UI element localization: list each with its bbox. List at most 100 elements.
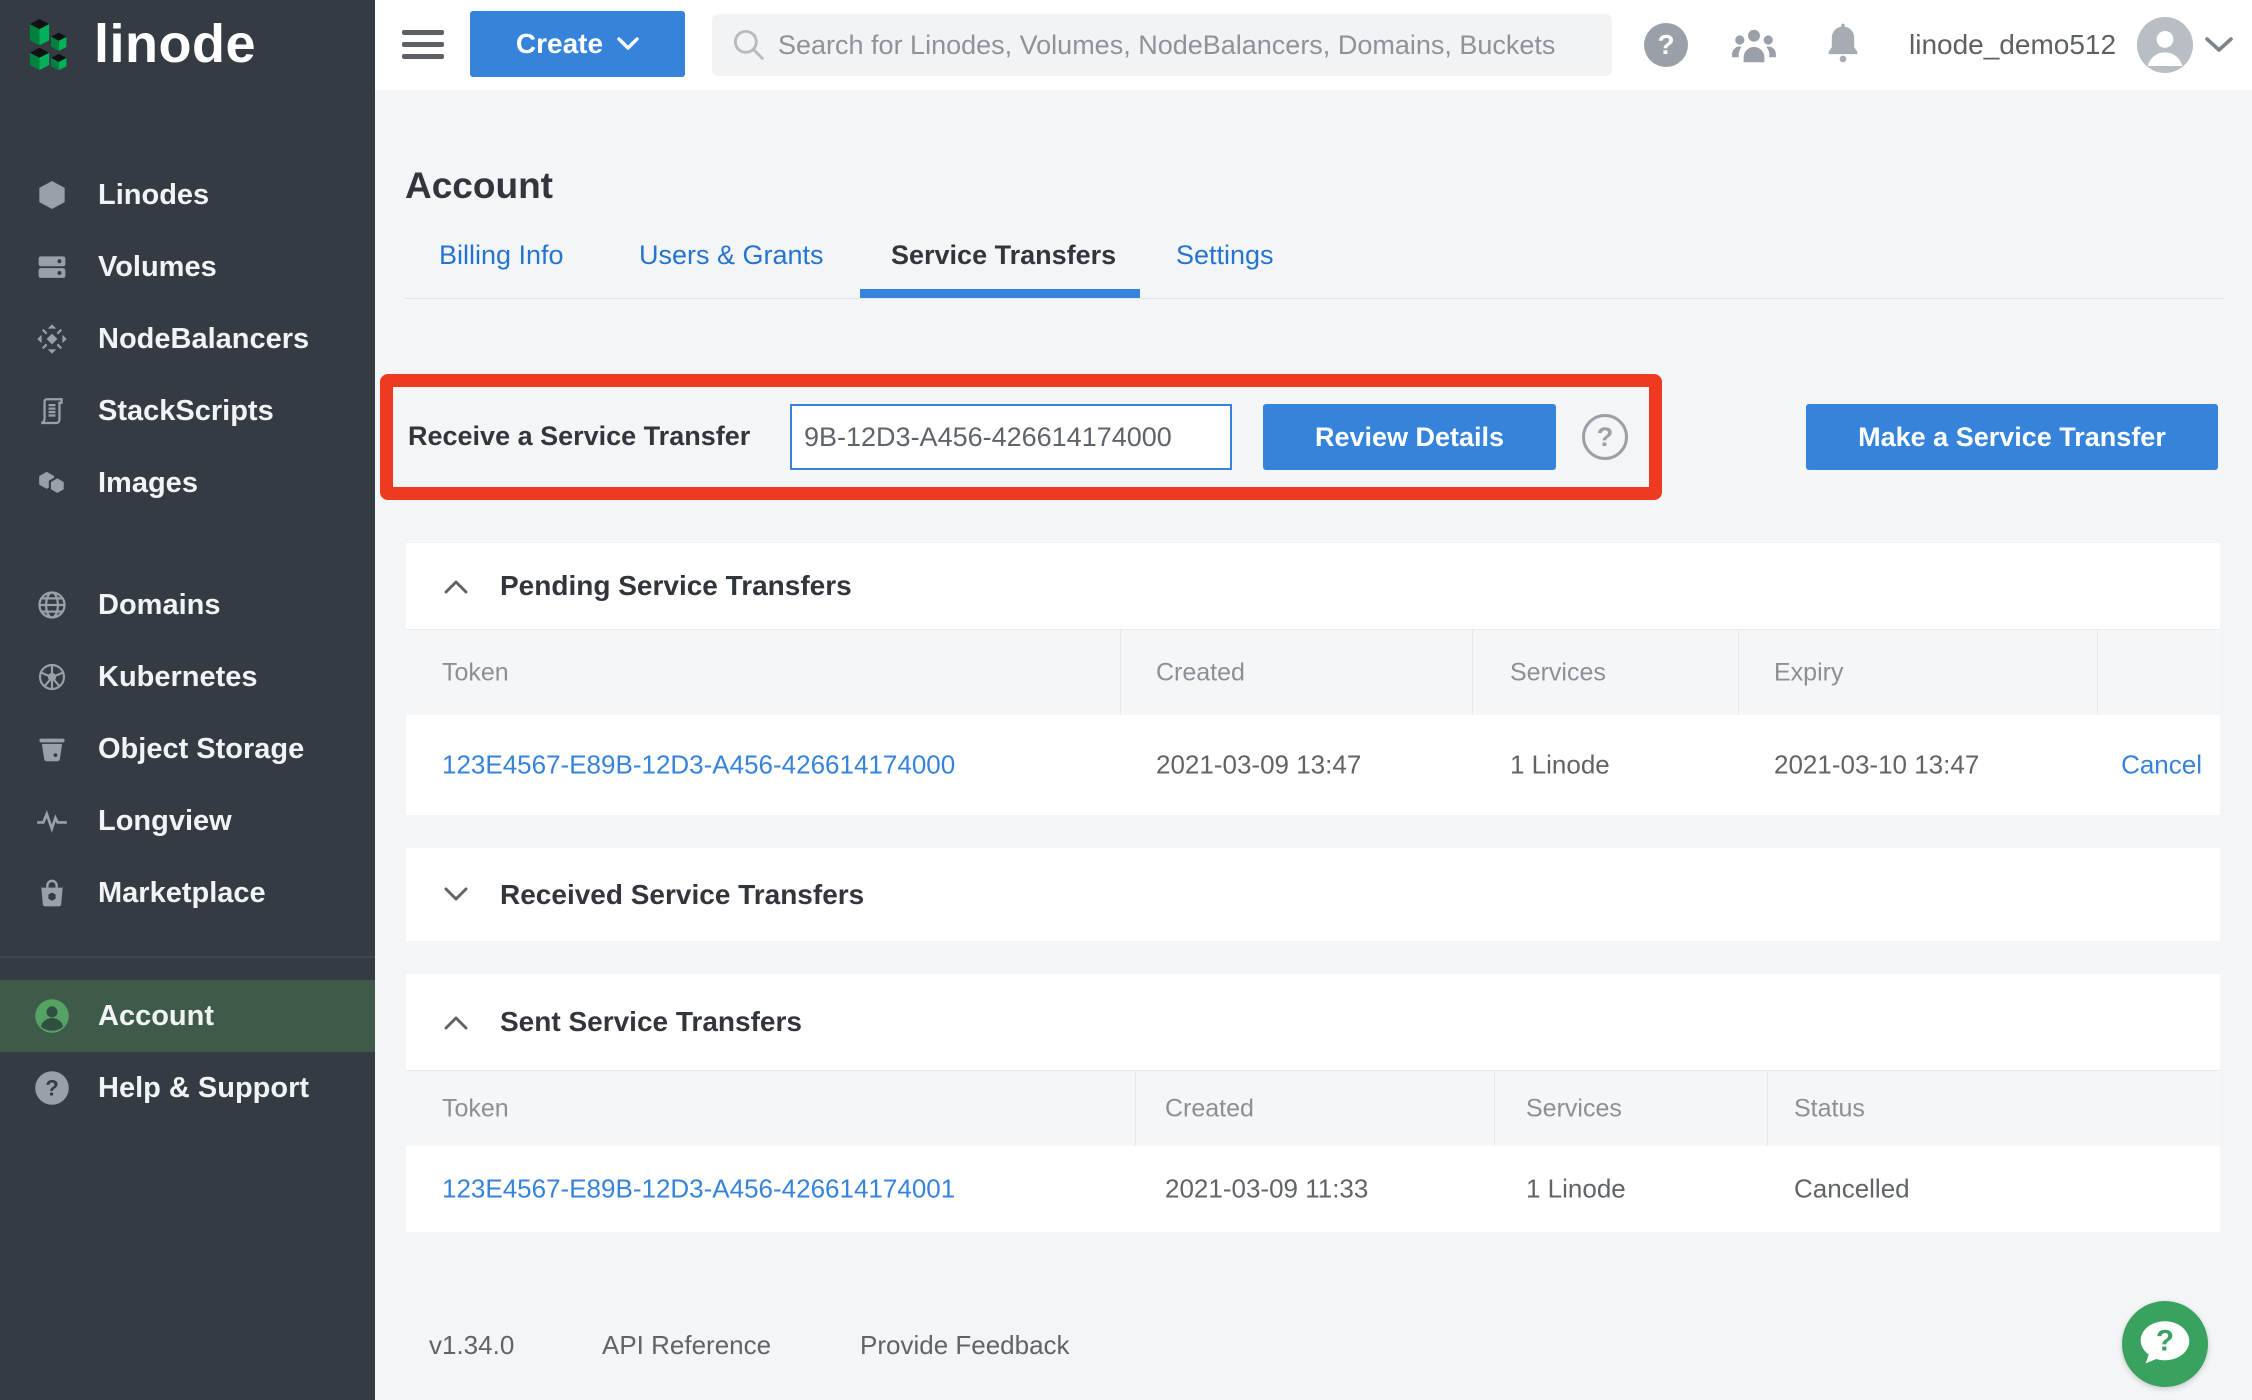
sidebar-item-label: StackScripts — [98, 395, 274, 428]
column-divider — [1767, 1071, 1768, 1146]
create-button[interactable]: Create — [470, 11, 685, 77]
linode-cloud-manager: linode Linodes Volumes — [0, 0, 2252, 1400]
linode-logo[interactable]: linode — [26, 12, 256, 82]
linode-cubes-icon — [26, 14, 80, 81]
make-service-transfer-button[interactable]: Make a Service Transfer — [1806, 404, 2218, 470]
tab-service-transfers[interactable]: Service Transfers — [891, 240, 1116, 271]
sidebar-item-volumes[interactable]: Volumes — [0, 231, 375, 303]
sidebar-item-label: Account — [98, 1000, 214, 1033]
sidebar-item-stackscripts[interactable]: StackScripts — [0, 375, 375, 447]
review-details-button[interactable]: Review Details — [1263, 404, 1556, 470]
page-title: Account — [405, 165, 553, 207]
sidebar-item-domains[interactable]: Domains — [0, 569, 375, 641]
transfer-token-link[interactable]: 123E4567-E89B-12D3-A456-426614174001 — [442, 1174, 955, 1205]
sidebar-item-marketplace[interactable]: Marketplace — [0, 857, 375, 929]
received-section-toggle[interactable]: Received Service Transfers — [406, 848, 2220, 941]
table-row: 123E4567-E89B-12D3-A456-426614174001 202… — [406, 1146, 2220, 1232]
notifications-bell-icon[interactable] — [1822, 22, 1864, 68]
transfer-services: 1 Linode — [1526, 1174, 1626, 1205]
volumes-icon — [26, 251, 78, 283]
sidebar: linode Linodes Volumes — [0, 0, 375, 1400]
chevron-up-icon — [444, 1015, 468, 1030]
transfer-status: Cancelled — [1794, 1174, 1910, 1205]
community-icon[interactable] — [1729, 23, 1779, 67]
api-reference-link[interactable]: API Reference — [602, 1330, 771, 1361]
sidebar-divider — [0, 956, 375, 958]
provide-feedback-link[interactable]: Provide Feedback — [860, 1330, 1070, 1361]
sidebar-item-kubernetes[interactable]: Kubernetes — [0, 641, 375, 713]
sidebar-item-label: Volumes — [98, 251, 217, 284]
question-circle-icon: ? — [26, 1069, 78, 1107]
linode-logo-text: linode — [94, 13, 256, 75]
sidebar-item-help-support[interactable]: ? Help & Support — [0, 1052, 375, 1124]
user-menu-chevron-icon[interactable] — [2204, 36, 2234, 54]
bucket-icon — [26, 733, 78, 765]
column-header-created: Created — [1165, 1094, 1254, 1123]
pending-section-title: Pending Service Transfers — [500, 570, 852, 602]
sidebar-item-longview[interactable]: Longview — [0, 785, 375, 857]
column-header-created: Created — [1156, 658, 1245, 687]
sidebar-item-label: Marketplace — [98, 877, 266, 910]
cancel-transfer-link[interactable]: Cancel — [2121, 750, 2202, 781]
question-glyph: ? — [1657, 29, 1674, 61]
transfer-created: 2021-03-09 11:33 — [1165, 1174, 1368, 1205]
chat-bubble-question-icon: ? — [2134, 1313, 2196, 1375]
search-input[interactable] — [776, 29, 1600, 62]
sent-section-title: Sent Service Transfers — [500, 1006, 802, 1038]
stackscripts-icon — [26, 395, 78, 427]
svg-text:?: ? — [2156, 1325, 2174, 1358]
sidebar-item-linodes[interactable]: Linodes — [0, 159, 375, 231]
kubernetes-wheel-icon — [26, 661, 78, 693]
transfer-services: 1 Linode — [1510, 750, 1610, 781]
chevron-down-icon — [617, 37, 639, 51]
sidebar-item-images[interactable]: Images — [0, 447, 375, 519]
sidebar-item-account[interactable]: Account — [0, 980, 375, 1052]
sidebar-item-object-storage[interactable]: Object Storage — [0, 713, 375, 785]
column-header-services: Services — [1510, 658, 1606, 687]
pending-transfers-panel: Pending Service Transfers Token Created … — [406, 543, 2220, 815]
user-avatar[interactable] — [2137, 17, 2193, 73]
sidebar-item-label: Longview — [98, 805, 232, 838]
svg-text:?: ? — [45, 1076, 59, 1101]
column-divider — [2097, 630, 2098, 715]
tabs-divider — [405, 298, 2224, 299]
transfer-help-icon[interactable]: ? — [1582, 414, 1628, 460]
sent-table-header: Token Created Services Status — [406, 1070, 2220, 1146]
main-content: Account Billing Info Users & Grants Serv… — [375, 90, 2252, 1400]
sidebar-item-label: NodeBalancers — [98, 323, 309, 356]
app-version: v1.34.0 — [429, 1330, 514, 1361]
sidebar-item-label: Object Storage — [98, 733, 304, 766]
received-section-title: Received Service Transfers — [500, 879, 864, 911]
chevron-down-icon — [444, 887, 468, 902]
globe-icon — [26, 589, 78, 621]
sidebar-item-label: Help & Support — [98, 1072, 309, 1105]
transfer-token-link[interactable]: 123E4567-E89B-12D3-A456-426614174000 — [442, 750, 955, 781]
active-tab-underline — [860, 289, 1140, 298]
transfer-token-input[interactable] — [790, 404, 1232, 470]
pending-section-toggle[interactable]: Pending Service Transfers — [406, 543, 2220, 629]
chevron-up-icon — [444, 579, 468, 594]
question-glyph: ? — [1597, 422, 1614, 453]
tab-settings[interactable]: Settings — [1176, 240, 1274, 271]
nodebalancers-icon — [26, 323, 78, 355]
receive-transfer-label: Receive a Service Transfer — [408, 421, 750, 452]
sidebar-item-nodebalancers[interactable]: NodeBalancers — [0, 303, 375, 375]
menu-icon[interactable] — [402, 30, 444, 60]
column-header-token: Token — [442, 1094, 509, 1123]
tab-users-grants[interactable]: Users & Grants — [639, 240, 824, 271]
username[interactable]: linode_demo512 — [1909, 29, 2116, 61]
pulse-icon — [26, 804, 78, 838]
linodes-icon — [26, 179, 78, 211]
avatar-person-icon — [2137, 17, 2193, 73]
sent-section-toggle[interactable]: Sent Service Transfers — [406, 974, 2220, 1070]
sent-transfers-panel: Sent Service Transfers Token Created Ser… — [406, 974, 2220, 1232]
global-search[interactable] — [712, 14, 1612, 76]
support-chat-button[interactable]: ? — [2122, 1301, 2208, 1387]
pending-table-header: Token Created Services Expiry — [406, 629, 2220, 715]
sidebar-item-label: Domains — [98, 589, 220, 622]
images-icon — [26, 467, 78, 499]
help-icon[interactable]: ? — [1644, 23, 1688, 67]
search-icon — [730, 26, 768, 64]
column-header-token: Token — [442, 658, 509, 687]
tab-billing-info[interactable]: Billing Info — [439, 240, 564, 271]
